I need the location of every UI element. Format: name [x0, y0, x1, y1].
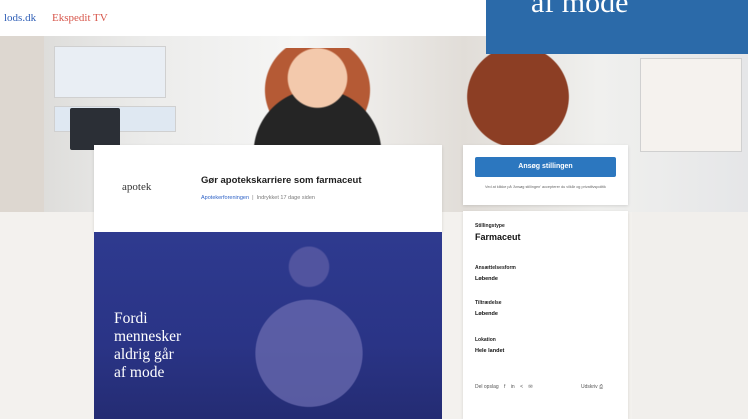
- apply-card: Ansøg stillingen Ved at klikke på 'Ansøg…: [463, 145, 628, 205]
- printer-icon: ⎙: [599, 384, 604, 390]
- promo-slogan: Fordi mennesker aldrig går af mode: [114, 310, 182, 381]
- site-link-ekspedit-tv[interactable]: Ekspedit TV: [52, 12, 108, 24]
- ad-banner[interactable]: af mode: [486, 0, 748, 54]
- pharmacy-shelf: [54, 46, 166, 98]
- job-header-card: apotek Gør apotekskarriere som farmaceut…: [94, 145, 442, 232]
- right-background: [632, 212, 748, 419]
- site-link-lodsdk[interactable]: lods.dk: [4, 12, 36, 24]
- company-link[interactable]: Apotekerforeningen: [201, 195, 249, 201]
- detail-value-tiltraedelse: Løbende: [475, 311, 498, 317]
- ad-banner-text: af mode: [531, 0, 629, 19]
- promo-image: Fordi mennesker aldrig går af mode: [94, 232, 442, 419]
- job-details-card: Stillingstype Farmaceut Ansættelsesform …: [463, 211, 628, 419]
- detail-label-stillingstype: Stillingstype: [475, 223, 505, 229]
- counter-monitor: [70, 108, 120, 150]
- linkedin-icon[interactable]: in: [511, 384, 515, 390]
- share-row: Del opslag f in < ✉: [475, 384, 533, 390]
- company-logo[interactable]: apotek: [122, 181, 151, 193]
- detail-value-ansaettelse: Løbende: [475, 276, 498, 282]
- job-meta: Apotekerforeningen | Indrykket 17 dage s…: [201, 195, 315, 201]
- share-icon[interactable]: <: [520, 384, 523, 390]
- print-label: Udskriv: [581, 384, 598, 390]
- detail-value-lokation: Hele landet: [475, 348, 505, 354]
- pharmacy-shelf: [640, 58, 742, 152]
- detail-label-ansaettelse: Ansættelsesform: [475, 265, 516, 271]
- facebook-icon[interactable]: f: [504, 384, 505, 390]
- job-title: Gør apotekskarriere som farmaceut: [201, 175, 362, 186]
- detail-label-tiltraedelse: Tiltrædelse: [475, 300, 502, 306]
- detail-value-stillingstype: Farmaceut: [475, 232, 521, 242]
- share-label: Del opslag: [475, 384, 499, 390]
- apply-terms-note: Ved at klikke på 'Ansøg stillingen' acce…: [485, 185, 606, 189]
- posted-date: Indrykket 17 dage siden: [256, 195, 315, 201]
- hero-left-panel: [0, 36, 44, 212]
- apply-button[interactable]: Ansøg stillingen: [475, 157, 616, 177]
- detail-label-lokation: Lokation: [475, 337, 496, 343]
- email-icon[interactable]: ✉: [528, 384, 532, 390]
- print-row[interactable]: Udskriv ⎙: [581, 384, 603, 390]
